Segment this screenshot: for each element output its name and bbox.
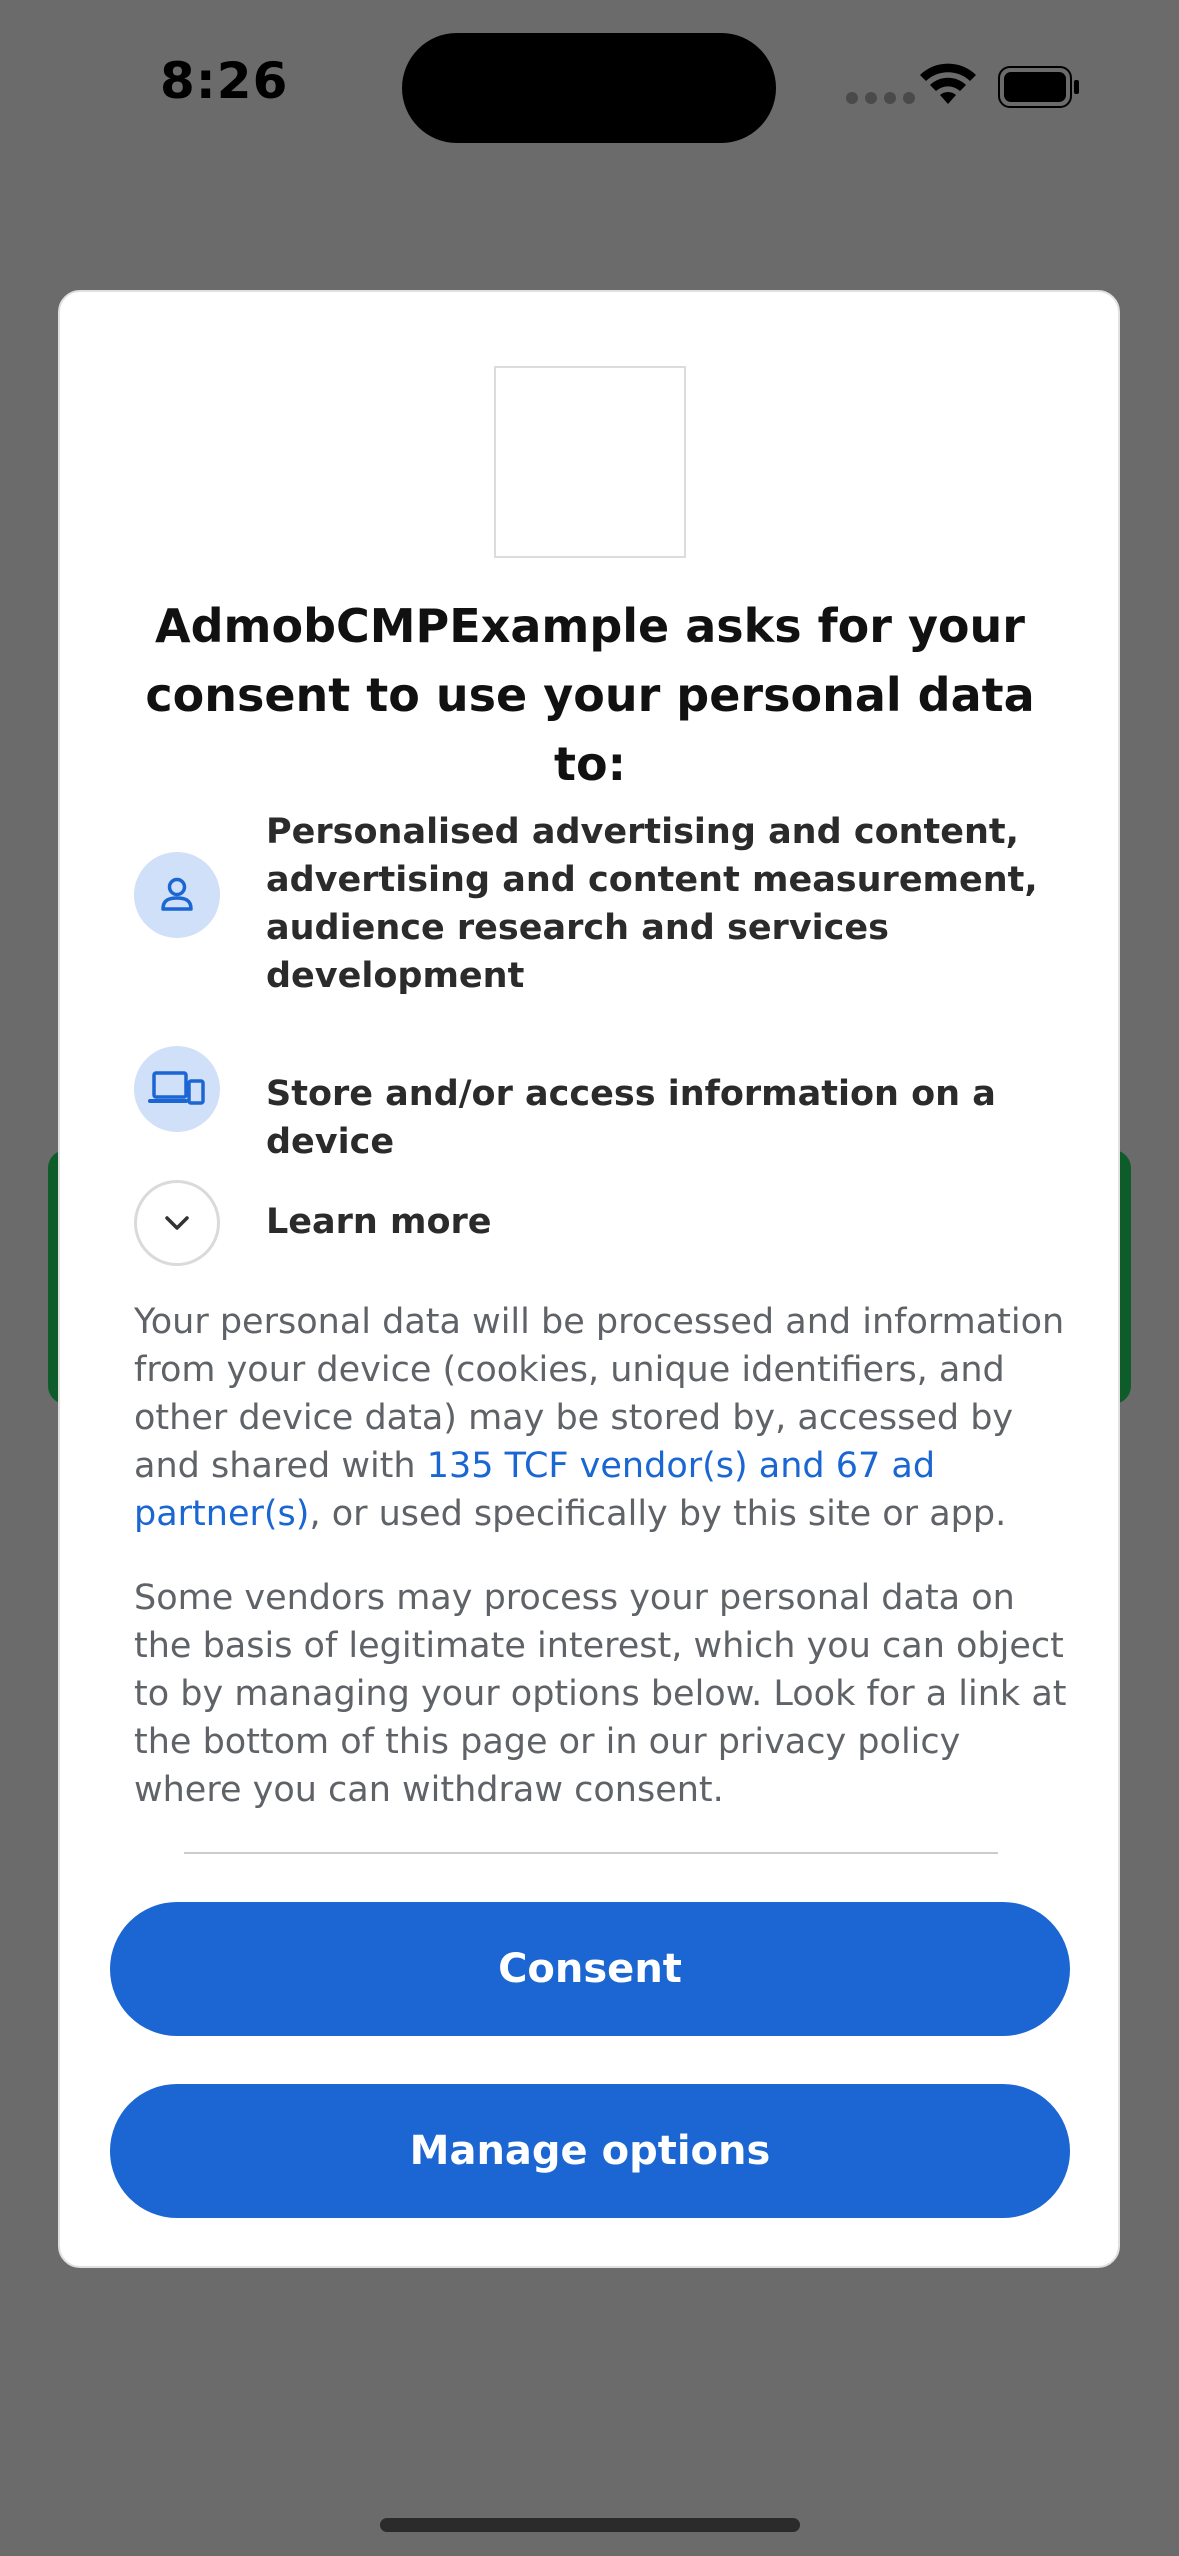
dynamic-island [402, 33, 776, 143]
divider [184, 1852, 998, 1854]
status-time: 8:26 [160, 52, 289, 110]
paragraph-text-end: , or used specifically by this site or a… [309, 1494, 1007, 1534]
chevron-down-icon [165, 1216, 189, 1230]
person-icon [134, 852, 220, 938]
app-logo-placeholder [494, 366, 686, 558]
legitimate-interest-paragraph: Some vendors may process your personal d… [134, 1578, 1067, 1810]
learn-more-expand-button[interactable] [134, 1180, 220, 1266]
battery-icon [998, 66, 1080, 112]
learn-more-label[interactable]: Learn more [266, 1198, 1066, 1246]
home-indicator[interactable] [380, 2518, 800, 2532]
data-processing-paragraph: Your personal data will be processed and… [134, 1298, 1074, 1538]
consent-button[interactable]: Consent [110, 1902, 1070, 2036]
manage-options-button[interactable]: Manage options [110, 2084, 1070, 2218]
dialog-title: AdmobCMPExample asks for your consent to… [145, 599, 1035, 791]
purpose-personalised-ads: Personalised advertising and content, ad… [266, 812, 1038, 996]
screen: 8:26 AdmobCMPExample asks for your conse… [0, 0, 1179, 2556]
consent-dialog: AdmobCMPExample asks for your consent to… [58, 290, 1120, 2268]
devices-icon [134, 1046, 220, 1132]
purpose-store-access: Store and/or access information on a dev… [266, 1074, 996, 1162]
wifi-icon [920, 62, 976, 110]
cellular-signal-icon [846, 92, 915, 104]
